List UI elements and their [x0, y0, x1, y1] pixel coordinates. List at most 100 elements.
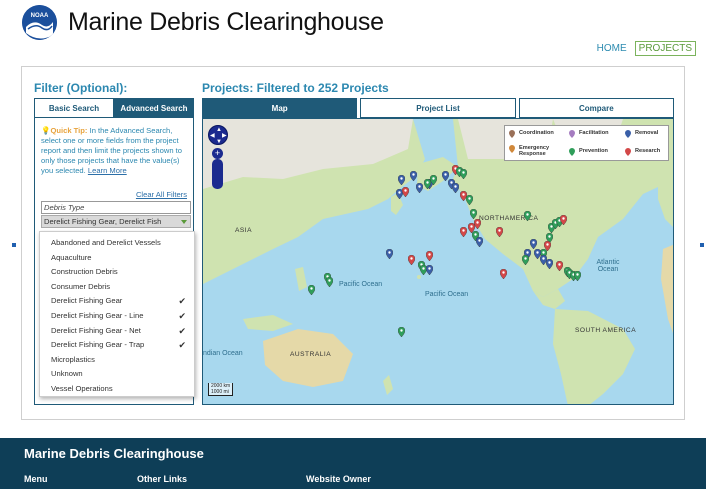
project-pin-icon[interactable]: [495, 227, 503, 237]
project-pin-icon[interactable]: [469, 209, 477, 219]
pan-down-icon[interactable]: ▼: [216, 139, 222, 145]
legend-item-removal: Removal: [625, 130, 658, 138]
zoom-in-button[interactable]: +: [212, 148, 223, 159]
project-tabs: Map Project List Compare: [202, 98, 674, 118]
dropdown-option[interactable]: Microplastics: [40, 353, 194, 368]
clear-all-filters-link[interactable]: Clear All Filters: [136, 190, 187, 199]
dropdown-option[interactable]: Construction Debris: [40, 265, 194, 280]
noaa-logo-graphic: [22, 5, 57, 40]
dropdown-option[interactable]: Derelict Fishing Gear - Net ✔: [40, 324, 194, 339]
dropdown-option[interactable]: Unknown: [40, 367, 194, 382]
dropdown-option[interactable]: Derelict Fishing Gear ✔: [40, 294, 194, 309]
project-pin-icon[interactable]: [475, 237, 483, 247]
project-map[interactable]: ASIA NORTHAMERICA AUSTRALIA SOUTH AMERIC…: [202, 118, 674, 405]
project-pin-icon[interactable]: [499, 269, 507, 279]
map-pin-icon: [625, 148, 631, 156]
dropdown-option-label: Consumer Debris: [51, 281, 111, 291]
dropdown-option[interactable]: Abandoned and Derelict Vessels: [40, 236, 194, 251]
project-pin-icon[interactable]: [385, 249, 393, 259]
map-legend: Coordination Facilitation Removal Emerge…: [504, 125, 669, 161]
project-pin-icon[interactable]: [401, 187, 409, 197]
chevron-down-icon[interactable]: [181, 220, 187, 224]
map-scale: 2000 km 1000 mi: [208, 383, 234, 396]
project-pin-icon[interactable]: [473, 219, 481, 229]
dropdown-option[interactable]: Aquaculture: [40, 251, 194, 266]
learn-more-link[interactable]: Learn More: [88, 166, 127, 175]
legend-item-emergency-response: Emergency Response: [509, 145, 549, 157]
noaa-logo[interactable]: NOAA: [22, 5, 57, 40]
dropdown-option-label: Derelict Fishing Gear: [51, 296, 123, 306]
tab-basic-search[interactable]: Basic Search: [34, 98, 114, 118]
project-pin-icon[interactable]: [559, 215, 567, 225]
zoom-slider[interactable]: [212, 159, 223, 189]
project-pin-icon[interactable]: [555, 261, 563, 271]
dropdown-option[interactable]: Consumer Debris: [40, 280, 194, 295]
dropdown-option-label: Derelict Fishing Gear - Trap: [51, 340, 145, 350]
debris-type-selected-value: Derelict Fishing Gear, Derelict Fish: [44, 217, 162, 226]
project-pin-icon[interactable]: [451, 183, 459, 193]
nav-home[interactable]: HOME: [593, 41, 631, 56]
project-pin-icon[interactable]: [573, 271, 581, 281]
pan-control[interactable]: ▲ ◀ ▶ ▼: [208, 125, 228, 145]
dropdown-option-label: Construction Debris: [51, 267, 118, 277]
dropdown-option[interactable]: Derelict Fishing Gear - Trap ✔: [40, 338, 194, 353]
label-asia: ASIA: [235, 227, 253, 234]
label-pacific-ocean-west: Pacific Ocean: [339, 281, 383, 288]
scale-mi: 1000 mi: [211, 389, 229, 395]
project-pin-icon[interactable]: [415, 183, 423, 193]
project-pin-icon[interactable]: [543, 241, 551, 251]
project-pin-icon[interactable]: [307, 285, 315, 295]
project-pin-icon[interactable]: [429, 175, 437, 185]
edge-handle-right[interactable]: [700, 243, 704, 247]
legend-item-research: Research: [625, 148, 660, 156]
project-pin-icon[interactable]: [425, 265, 433, 275]
land-hawaii: [417, 275, 421, 279]
project-pin-icon[interactable]: [521, 255, 529, 265]
project-pin-icon[interactable]: [425, 251, 433, 261]
project-pin-icon[interactable]: [459, 227, 467, 237]
dropdown-option-label: Vessel Operations: [51, 383, 113, 393]
project-pin-icon[interactable]: [459, 169, 467, 179]
tab-advanced-search[interactable]: Advanced Search: [114, 98, 194, 118]
footer-title: Marine Debris Clearinghouse: [24, 446, 204, 461]
project-pin-icon[interactable]: [409, 171, 417, 181]
project-pin-icon[interactable]: [423, 179, 431, 189]
project-pin-icon[interactable]: [545, 259, 553, 269]
legend-label-coordination: Coordination: [519, 130, 554, 136]
tab-project-list[interactable]: Project List: [360, 98, 516, 118]
map-pin-icon: [509, 145, 515, 153]
label-indian-ocean: ndian Ocean: [203, 350, 243, 357]
project-pin-icon[interactable]: [529, 239, 537, 249]
dropdown-option-label: Microplastics: [51, 354, 95, 364]
dropdown-option[interactable]: Vessel Operations: [40, 382, 194, 397]
edge-handle-left[interactable]: [12, 243, 16, 247]
projects-heading: Projects: Filtered to 252 Projects: [202, 81, 389, 95]
logo-text: NOAA: [30, 13, 49, 19]
pan-left-icon[interactable]: ◀: [210, 133, 215, 139]
tab-map[interactable]: Map: [202, 98, 358, 118]
footer-menu-heading[interactable]: Menu: [24, 474, 48, 484]
legend-label-prevention: Prevention: [579, 148, 608, 154]
project-pin-icon[interactable]: [397, 175, 405, 185]
project-pin-icon[interactable]: [465, 195, 473, 205]
footer-website-owner-heading[interactable]: Website Owner: [306, 474, 371, 484]
map-pin-icon: [569, 148, 575, 156]
footer-other-links-heading[interactable]: Other Links: [137, 474, 187, 484]
debris-type-select[interactable]: Derelict Fishing Gear, Derelict Fish: [41, 215, 191, 228]
debris-type-field[interactable]: Debris Type: [41, 201, 191, 214]
legend-label-removal: Removal: [635, 130, 659, 136]
dropdown-option[interactable]: Derelict Fishing Gear - Line ✔: [40, 309, 194, 324]
project-pin-icon[interactable]: [407, 255, 415, 265]
pan-right-icon[interactable]: ▶: [222, 133, 227, 139]
project-pin-icon[interactable]: [397, 327, 405, 337]
dropdown-option-label: Abandoned and Derelict Vessels: [51, 238, 161, 247]
project-pin-icon[interactable]: [325, 277, 333, 287]
tab-compare[interactable]: Compare: [518, 98, 674, 118]
dropdown-option-label: Derelict Fishing Gear - Line: [51, 310, 144, 320]
project-pin-icon[interactable]: [523, 211, 531, 221]
legend-item-facilitation: Facilitation: [569, 130, 609, 138]
nav-projects[interactable]: PROJECTS: [634, 41, 696, 56]
filter-heading: Filter (Optional):: [34, 81, 128, 95]
site-title: Marine Debris Clearinghouse: [68, 8, 384, 36]
map-zoom-control: ▲ ◀ ▶ ▼ +: [208, 125, 230, 189]
